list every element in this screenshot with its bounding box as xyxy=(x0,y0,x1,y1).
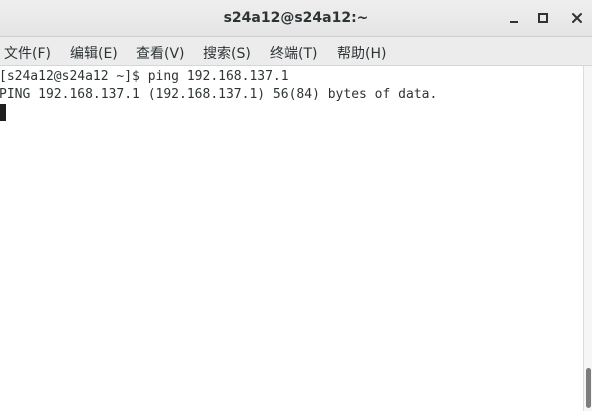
menu-help[interactable]: 帮助(H) xyxy=(337,43,386,63)
close-button[interactable] xyxy=(568,9,586,27)
menu-file[interactable]: 文件(F) xyxy=(4,43,51,63)
minimize-icon xyxy=(510,21,518,23)
terminal-cursor xyxy=(0,104,6,121)
title-bar[interactable]: s24a12@s24a12:~ xyxy=(0,0,592,37)
terminal-window: s24a12@s24a12:~ 文件(F) 编辑(E) 查看(V) 搜索(S) … xyxy=(0,0,592,411)
menu-bar: 文件(F) 编辑(E) 查看(V) 搜索(S) 终端(T) 帮助(H) xyxy=(0,37,592,66)
vertical-scrollbar[interactable] xyxy=(583,66,592,411)
maximize-button[interactable] xyxy=(534,9,552,27)
terminal-output-area[interactable]: [s24a12@s24a12 ~]$ ping 192.168.137.1 PI… xyxy=(0,66,583,411)
minimize-button[interactable] xyxy=(505,9,523,27)
terminal-line-command: [s24a12@s24a12 ~]$ ping 192.168.137.1 xyxy=(0,69,289,84)
menu-search[interactable]: 搜索(S) xyxy=(203,43,251,63)
scrollbar-thumb[interactable] xyxy=(586,368,591,408)
terminal-line-output: PING 192.168.137.1 (192.168.137.1) 56(84… xyxy=(0,87,438,102)
close-icon xyxy=(572,13,582,23)
window-title: s24a12@s24a12:~ xyxy=(223,10,369,26)
maximize-icon xyxy=(538,13,548,23)
menu-terminal[interactable]: 终端(T) xyxy=(270,43,317,63)
menu-edit[interactable]: 编辑(E) xyxy=(70,43,118,63)
menu-view[interactable]: 查看(V) xyxy=(136,43,185,63)
